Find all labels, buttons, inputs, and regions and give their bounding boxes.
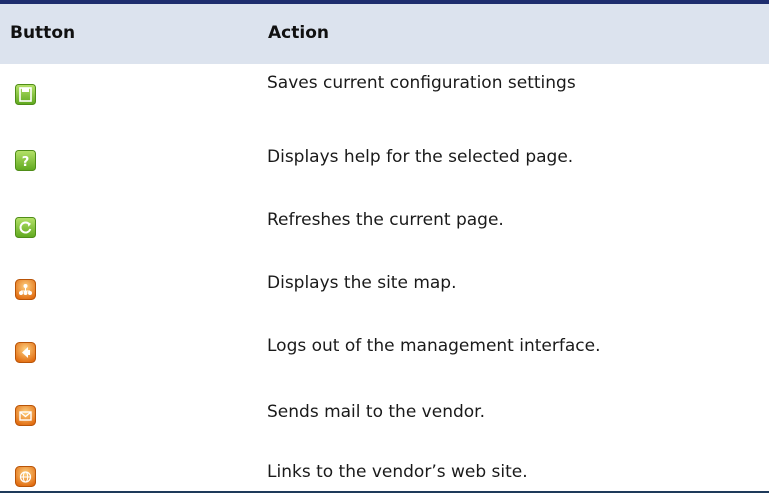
row-action: Links to the vendor’s web site. (267, 462, 528, 482)
refresh-icon[interactable] (15, 217, 36, 238)
row-action: Saves current configuration settings (267, 73, 576, 93)
header-action: Action (268, 23, 329, 43)
table-row: Refreshes the current page. (0, 190, 769, 250)
svg-text:?: ? (22, 155, 30, 170)
header-button: Button (10, 23, 76, 43)
row-action: Refreshes the current page. (267, 210, 504, 230)
row-action: Displays help for the selected page. (267, 147, 574, 167)
table-row: Saves current configuration settings (0, 60, 769, 120)
row-action: Displays the site map. (267, 273, 457, 293)
table-header: Button Action (0, 4, 769, 64)
mail-icon[interactable] (15, 405, 36, 426)
table-row: ? Displays help for the selected page. (0, 125, 769, 185)
site-map-icon[interactable] (15, 279, 36, 300)
row-action: Logs out of the management interface. (267, 336, 601, 356)
row-action: Sends mail to the vendor. (267, 402, 485, 422)
help-icon[interactable]: ? (15, 150, 36, 171)
web-site-icon[interactable] (15, 466, 36, 487)
table-row: Sends mail to the vendor. (0, 382, 769, 442)
logout-icon[interactable] (15, 342, 36, 363)
table-row: Displays the site map. (0, 255, 769, 315)
table-row: Links to the vendor’s web site. (0, 442, 769, 502)
save-icon[interactable] (15, 84, 36, 105)
table-row: Logs out of the management interface. (0, 318, 769, 378)
bottom-rule (0, 491, 769, 493)
